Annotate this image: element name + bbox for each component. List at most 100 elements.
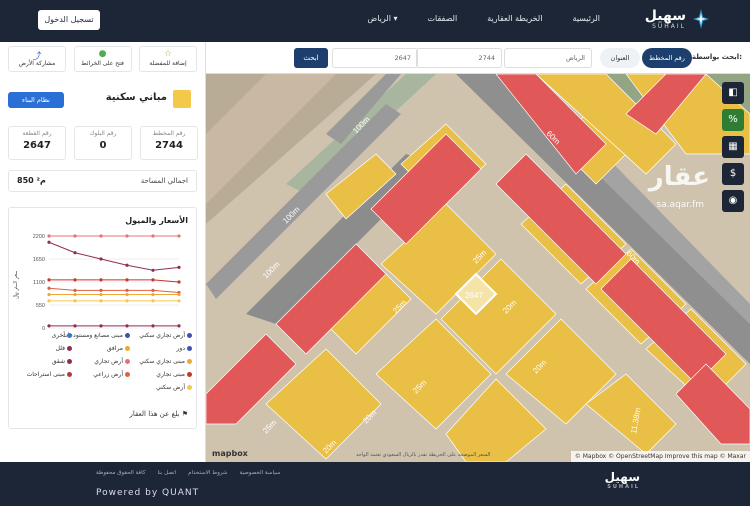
search-plan-option[interactable]: رقم المخطط — [642, 48, 692, 68]
data-point — [125, 234, 129, 238]
legend-dot — [125, 359, 130, 364]
data-point — [151, 234, 155, 238]
legend-dot — [187, 359, 192, 364]
map-attribution[interactable]: © Mapbox © OpenStreetMap Improve this ma… — [570, 451, 750, 462]
data-point — [73, 251, 77, 255]
map-view[interactable]: ابحث بواسطة: رقم المخطط العنوان الرياض 2… — [206, 42, 750, 462]
globe-icon[interactable]: ◉ — [722, 190, 744, 212]
panel-actions: ⤴ مشاركة الأرض ● فتح على الخرائط ☆ إضافة… — [0, 42, 205, 72]
legend-item[interactable]: أخرى — [52, 332, 72, 339]
percent-icon[interactable]: % — [722, 109, 744, 131]
share-land-button[interactable]: ⤴ مشاركة الأرض — [8, 46, 66, 72]
legend-dot — [125, 346, 130, 351]
area-value: 850 م² — [17, 176, 46, 185]
footer-links: كافة الحقوق محفوظة اتصل بنا شروط الاستخد… — [96, 470, 280, 476]
stat-plan-label: رقم المخطط — [152, 130, 186, 137]
legend-dot — [67, 333, 72, 338]
map-tools: ◧ % ▦ $ ◉ — [722, 82, 746, 217]
flag-icon: ⚑ — [181, 410, 188, 418]
parcel-panel: ⤴ مشاركة الأرض ● فتح على الخرائط ☆ إضافة… — [0, 42, 206, 462]
area-label: اجمالي المساحة — [140, 177, 188, 185]
parcel-input[interactable]: 2647 — [332, 48, 418, 68]
layers-icon[interactable]: ◧ — [722, 82, 744, 104]
legend-label: أرض تجاري سكني — [139, 332, 185, 339]
powered-by: Powered by QUANT — [96, 488, 200, 498]
legend-item[interactable]: أرض زراعي — [93, 371, 130, 378]
legend-item[interactable]: فلل — [56, 345, 72, 352]
footer-logo-en: SUHAIL — [607, 484, 640, 490]
search-bar: ابحث بواسطة: رقم المخطط العنوان الرياض 2… — [206, 42, 750, 74]
build-system-button[interactable]: نظام البناء — [8, 92, 64, 108]
data-point — [177, 234, 181, 238]
legend-item[interactable]: دور — [177, 345, 192, 352]
content: ⤴ مشاركة الأرض ● فتح على الخرائط ☆ إضافة… — [0, 42, 750, 462]
footer-terms[interactable]: شروط الاستخدام — [188, 470, 227, 476]
aqar-url: sa.aqar.fm — [656, 200, 704, 210]
data-point — [151, 299, 155, 303]
selected-parcel-label: 2647 — [465, 291, 483, 300]
legend-label: مرافق — [106, 345, 123, 352]
data-point — [47, 292, 51, 297]
stat-parcel: رقم القطعة 2647 — [8, 126, 66, 160]
legend-label: شقق — [51, 358, 65, 365]
share-icon: ⤴ — [32, 52, 42, 62]
nav-city[interactable]: الرياض ▾ — [368, 14, 398, 23]
data-point — [47, 324, 51, 328]
data-point — [99, 257, 103, 261]
legend-item[interactable]: مبنى استراحات — [27, 371, 72, 378]
y-tick-label: 550 — [36, 303, 45, 309]
footer-logo: سهيل SUHAIL — [605, 470, 640, 490]
y-tick-label: 1650 — [33, 257, 45, 263]
aqar-watermark: عقار — [648, 162, 710, 192]
data-point — [177, 292, 181, 297]
legend-item[interactable]: مبنى تجاري سكني — [139, 358, 192, 365]
data-point — [73, 234, 77, 238]
login-button[interactable]: تسجيل الدخول — [38, 10, 100, 30]
legend-item[interactable]: أرض سكني — [156, 384, 192, 391]
data-point — [151, 288, 155, 292]
data-point — [99, 292, 103, 297]
stat-parcel-value: 2647 — [23, 140, 51, 151]
data-point — [177, 324, 181, 328]
buildings-icon[interactable]: ▦ — [722, 136, 744, 158]
plan-input[interactable]: 2744 — [416, 48, 502, 68]
total-area: اجمالي المساحة 850 م² — [8, 170, 197, 192]
favorite-button[interactable]: ☆ إضافة للمفضلة — [139, 46, 197, 72]
legend-dot — [187, 372, 192, 377]
map-canvas[interactable]: 2647 100m100m100m60m60m25m25m20m20m25m25… — [206, 74, 750, 462]
nav-deals[interactable]: الصفقات — [428, 14, 458, 23]
legend-item[interactable]: شقق — [52, 358, 72, 365]
data-point — [177, 280, 181, 284]
nav-map[interactable]: الخريطة العقارية — [487, 14, 542, 23]
data-point — [73, 324, 77, 328]
y-tick-label: 0 — [42, 326, 45, 332]
nav-home[interactable]: الرئيسية — [572, 14, 600, 23]
legend-label: أرض سكني — [156, 384, 185, 391]
share-label: مشاركة الأرض — [18, 60, 56, 67]
logo[interactable]: سهيل SUHAIL — [645, 8, 710, 30]
legend-item[interactable]: أرض تجاري سكني — [139, 332, 192, 339]
building-icon — [173, 90, 191, 108]
nav-links: الرياض ▾ الصفقات الخريطة العقارية الرئيس… — [368, 14, 600, 23]
city-select[interactable]: الرياض — [504, 48, 592, 68]
legend-dot — [67, 359, 72, 364]
footer-privacy[interactable]: سياسة الخصوصية — [240, 470, 281, 476]
legend-item[interactable]: مرافق — [107, 345, 130, 352]
footer-contact[interactable]: اتصل بنا — [157, 470, 176, 476]
y-tick-label: 2200 — [33, 234, 45, 240]
open-maps-button[interactable]: ● فتح على الخرائط — [73, 46, 132, 72]
search-address-option[interactable]: العنوان — [600, 48, 640, 68]
y-axis-label: سعر المتر ﷼ — [12, 271, 19, 299]
data-point — [125, 299, 129, 303]
search-button[interactable]: ابحث — [294, 48, 328, 68]
mapbox-logo[interactable]: mapbox — [212, 449, 248, 458]
property-type-title: مباني سكنية — [105, 92, 167, 103]
legend-item[interactable]: مبنى مصانع ومستودعات — [62, 332, 130, 339]
legend-item[interactable]: مبنى تجاري — [156, 371, 192, 378]
report-link[interactable]: بلغ عن هذا العقار ⚑ — [129, 410, 188, 418]
footer: كافة الحقوق محفوظة اتصل بنا شروط الاستخد… — [0, 462, 750, 506]
legend-item[interactable]: أرض تجاري — [94, 358, 130, 365]
data-point — [99, 288, 103, 292]
money-icon[interactable]: $ — [722, 163, 744, 185]
data-point — [125, 292, 129, 297]
